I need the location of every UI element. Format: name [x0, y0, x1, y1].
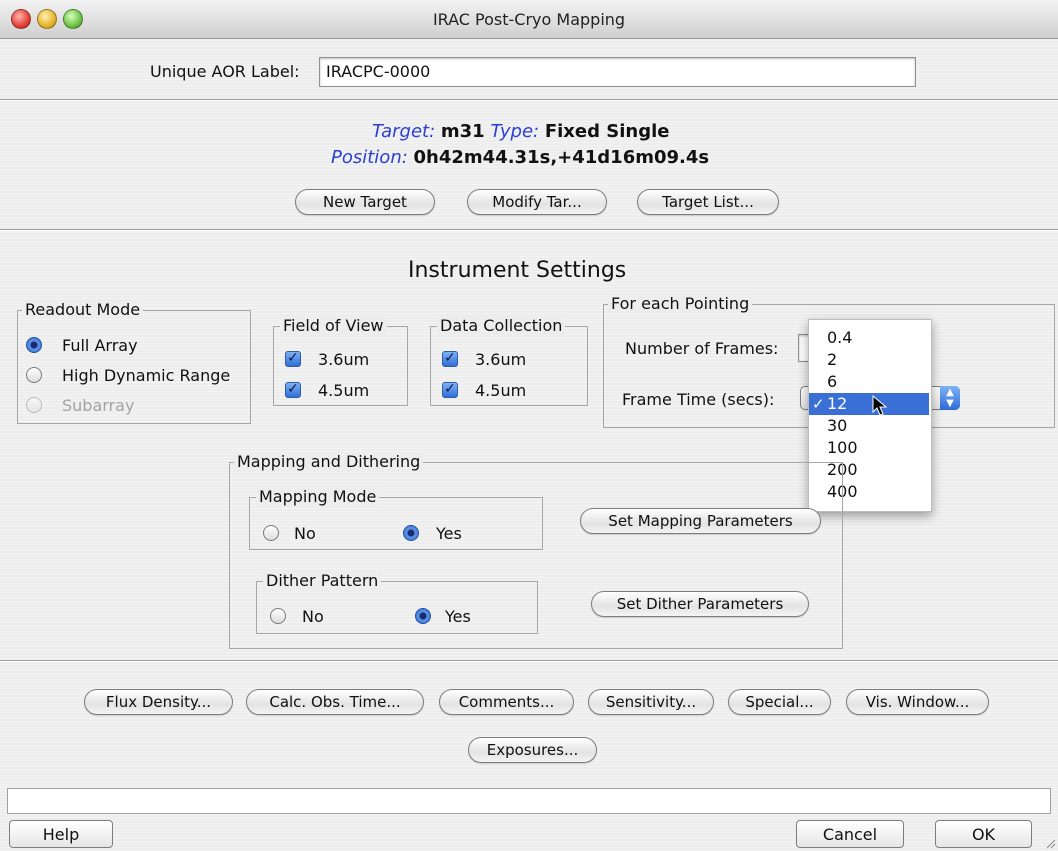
checkmark-icon: ✓ — [812, 395, 825, 413]
dither-yes-label: Yes — [445, 607, 471, 626]
mapping-yes-label: Yes — [436, 524, 462, 543]
help-button[interactable]: Help — [9, 820, 113, 848]
mapping-yes-radio[interactable] — [403, 525, 419, 541]
popup-arrows-icon: ▲ ▼ — [940, 386, 960, 410]
title-bar: IRAC Post-Cryo Mapping — [0, 0, 1058, 39]
aor-label: Unique AOR Label: — [150, 62, 300, 81]
type-value: Fixed Single — [544, 121, 670, 142]
data-collection-title: Data Collection — [437, 316, 566, 335]
instrument-settings-heading: Instrument Settings — [408, 258, 627, 283]
position-line: Position: 0h42m44.31s,+41d16m09.4s — [331, 147, 709, 168]
frame-time-label: Frame Time (secs): — [622, 390, 775, 409]
set-mapping-parameters-button[interactable]: Set Mapping Parameters — [580, 508, 821, 534]
separator — [0, 99, 1058, 101]
window-title: IRAC Post-Cryo Mapping — [432, 10, 626, 29]
target-line: Target: m31 Type: Fixed Single — [372, 121, 670, 142]
vis-window-button[interactable]: Vis. Window... — [846, 689, 989, 715]
frame-time-option[interactable]: 30 — [809, 415, 929, 437]
dc-3.6um-checkbox[interactable]: ✓ — [442, 351, 458, 367]
fov-3.6um-label: 3.6um — [318, 350, 370, 369]
flux-density-button[interactable]: Flux Density... — [84, 689, 233, 715]
separator — [0, 660, 1058, 662]
field-of-view-title: Field of View — [280, 316, 387, 335]
cancel-button[interactable]: Cancel — [796, 820, 904, 848]
mapping-mode-title: Mapping Mode — [256, 487, 380, 506]
frame-time-option[interactable]: 6 — [809, 371, 929, 393]
comments-button[interactable]: Comments... — [439, 689, 574, 715]
subarray-radio[interactable] — [26, 397, 42, 413]
fov-4.5um-label: 4.5um — [318, 381, 370, 400]
readout-mode-title: Readout Mode — [22, 300, 144, 319]
pointing-title: For each Pointing — [608, 294, 753, 313]
separator — [0, 229, 1058, 231]
dc-4.5um-checkbox[interactable]: ✓ — [442, 382, 458, 398]
high-dynamic-range-label: High Dynamic Range — [62, 366, 231, 385]
mapping-dithering-title: Mapping and Dithering — [234, 452, 424, 471]
subarray-label: Subarray — [62, 396, 135, 415]
calc-obs-time-button[interactable]: Calc. Obs. Time... — [246, 689, 424, 715]
fov-3.6um-checkbox[interactable]: ✓ — [285, 351, 301, 367]
mapping-no-radio[interactable] — [263, 525, 279, 541]
position-value: 0h42m44.31s,+41d16m09.4s — [413, 147, 710, 168]
dc-4.5um-label: 4.5um — [475, 381, 527, 400]
fov-4.5um-checkbox[interactable]: ✓ — [285, 382, 301, 398]
mapping-no-label: No — [294, 524, 316, 543]
position-key: Position: — [331, 147, 408, 168]
exposures-button[interactable]: Exposures... — [468, 737, 597, 763]
dither-yes-radio[interactable] — [415, 608, 431, 624]
frame-time-option[interactable]: 0.4 — [809, 327, 929, 349]
dither-no-label: No — [302, 607, 324, 626]
arrow-cursor-icon — [872, 395, 888, 416]
ok-button[interactable]: OK — [935, 820, 1032, 848]
target-list-button[interactable]: Target List... — [637, 189, 779, 215]
set-dither-parameters-button[interactable]: Set Dither Parameters — [591, 591, 809, 617]
number-of-frames-label: Number of Frames: — [625, 339, 779, 358]
aor-label-input[interactable]: IRACPC-0000 — [319, 57, 916, 87]
new-target-button[interactable]: New Target — [295, 189, 435, 215]
full-array-radio[interactable] — [26, 337, 42, 353]
target-value: m31 — [440, 121, 485, 142]
type-key: Type: — [490, 121, 540, 142]
irac-window: IRAC Post-Cryo Mapping Unique AOR Label:… — [0, 0, 1058, 851]
dither-pattern-group: Dither Pattern — [256, 571, 538, 634]
modify-target-button[interactable]: Modify Tar... — [467, 189, 607, 215]
full-array-label: Full Array — [62, 336, 138, 355]
status-field — [7, 788, 1051, 814]
resize-grip-icon[interactable] — [1044, 837, 1056, 849]
frame-time-option[interactable]: 2 — [809, 349, 929, 371]
special-button[interactable]: Special... — [728, 689, 831, 715]
frame-time-option-selected[interactable]: ✓ 12 — [809, 393, 929, 415]
sensitivity-button[interactable]: Sensitivity... — [588, 689, 714, 715]
frame-time-option[interactable]: 100 — [809, 437, 929, 459]
dc-3.6um-label: 3.6um — [475, 350, 527, 369]
frame-time-option-label: 12 — [827, 394, 848, 413]
dither-no-radio[interactable] — [270, 608, 286, 624]
dither-pattern-title: Dither Pattern — [263, 571, 382, 590]
high-dynamic-range-radio[interactable] — [26, 367, 42, 383]
target-key: Target: — [372, 121, 436, 142]
